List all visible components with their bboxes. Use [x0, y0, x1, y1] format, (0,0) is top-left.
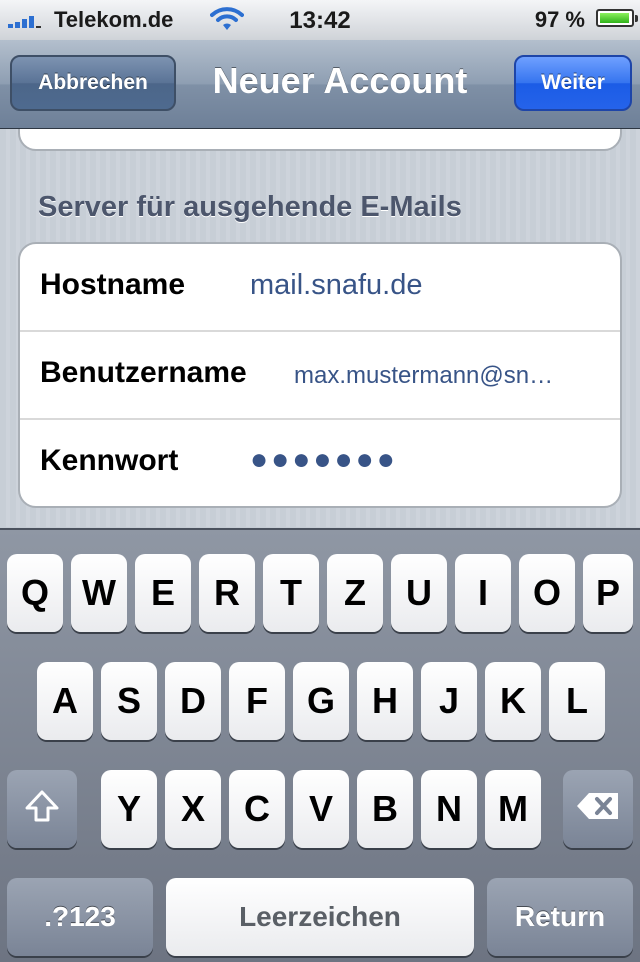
hostname-field[interactable]: mail.snafu.de: [250, 269, 600, 302]
key-i[interactable]: I: [455, 554, 511, 632]
key-j[interactable]: J: [421, 662, 477, 740]
outgoing-server-group: Hostname mail.snafu.de Benutzername max.…: [18, 242, 622, 508]
username-row[interactable]: Benutzername max.mustermann@sn…: [20, 332, 620, 420]
username-field[interactable]: max.mustermann@sn…: [294, 362, 604, 390]
space-key[interactable]: Leerzeichen: [166, 878, 474, 956]
on-screen-keyboard: Q W E R T Z U I O P A S D F G H J K L Y …: [0, 528, 640, 962]
key-f[interactable]: F: [229, 662, 285, 740]
settings-content[interactable]: Server für ausgehende E-Mails Hostname m…: [0, 129, 640, 527]
battery-level-fill: [600, 13, 630, 23]
key-t[interactable]: T: [263, 554, 319, 632]
cancel-button[interactable]: Abbrechen: [10, 55, 176, 111]
password-field[interactable]: ●●●●●●●: [250, 443, 600, 477]
battery-percent: 97 %: [534, 7, 585, 32]
page-title: Neuer Account: [212, 60, 468, 101]
key-p[interactable]: P: [583, 554, 633, 632]
key-y[interactable]: Y: [101, 770, 157, 848]
battery-icon: [596, 9, 638, 27]
key-c[interactable]: C: [229, 770, 285, 848]
key-v[interactable]: V: [293, 770, 349, 848]
key-h[interactable]: H: [357, 662, 413, 740]
return-key[interactable]: Return: [487, 878, 633, 956]
previous-group: [18, 129, 622, 151]
key-e[interactable]: E: [135, 554, 191, 632]
shift-icon: [24, 789, 60, 830]
key-q[interactable]: Q: [7, 554, 63, 632]
key-r[interactable]: R: [199, 554, 255, 632]
hostname-row[interactable]: Hostname mail.snafu.de: [20, 244, 620, 332]
key-g[interactable]: G: [293, 662, 349, 740]
key-k[interactable]: K: [485, 662, 541, 740]
key-a[interactable]: A: [37, 662, 93, 740]
backspace-icon: [575, 791, 621, 828]
key-b[interactable]: B: [357, 770, 413, 848]
numbers-key[interactable]: .?123: [7, 878, 153, 956]
backspace-key[interactable]: [563, 770, 633, 848]
key-s[interactable]: S: [101, 662, 157, 740]
key-o[interactable]: O: [519, 554, 575, 632]
key-w[interactable]: W: [71, 554, 127, 632]
key-n[interactable]: N: [421, 770, 477, 848]
hostname-label: Hostname: [40, 268, 186, 301]
status-bar: Telekom.de 13:42 97 %: [0, 0, 640, 41]
username-label: Benutzername: [40, 356, 247, 389]
shift-key[interactable]: [7, 770, 77, 848]
key-z[interactable]: Z: [327, 554, 383, 632]
section-header-outgoing-server: Server für ausgehende E-Mails: [38, 191, 462, 223]
key-x[interactable]: X: [165, 770, 221, 848]
password-label: Kennwort: [40, 444, 179, 477]
next-button[interactable]: Weiter: [514, 55, 632, 111]
navigation-bar: Abbrechen Neuer Account Weiter: [0, 40, 640, 129]
key-l[interactable]: L: [549, 662, 605, 740]
key-m[interactable]: M: [485, 770, 541, 848]
key-d[interactable]: D: [165, 662, 221, 740]
password-row[interactable]: Kennwort ●●●●●●●: [20, 420, 620, 506]
key-u[interactable]: U: [391, 554, 447, 632]
